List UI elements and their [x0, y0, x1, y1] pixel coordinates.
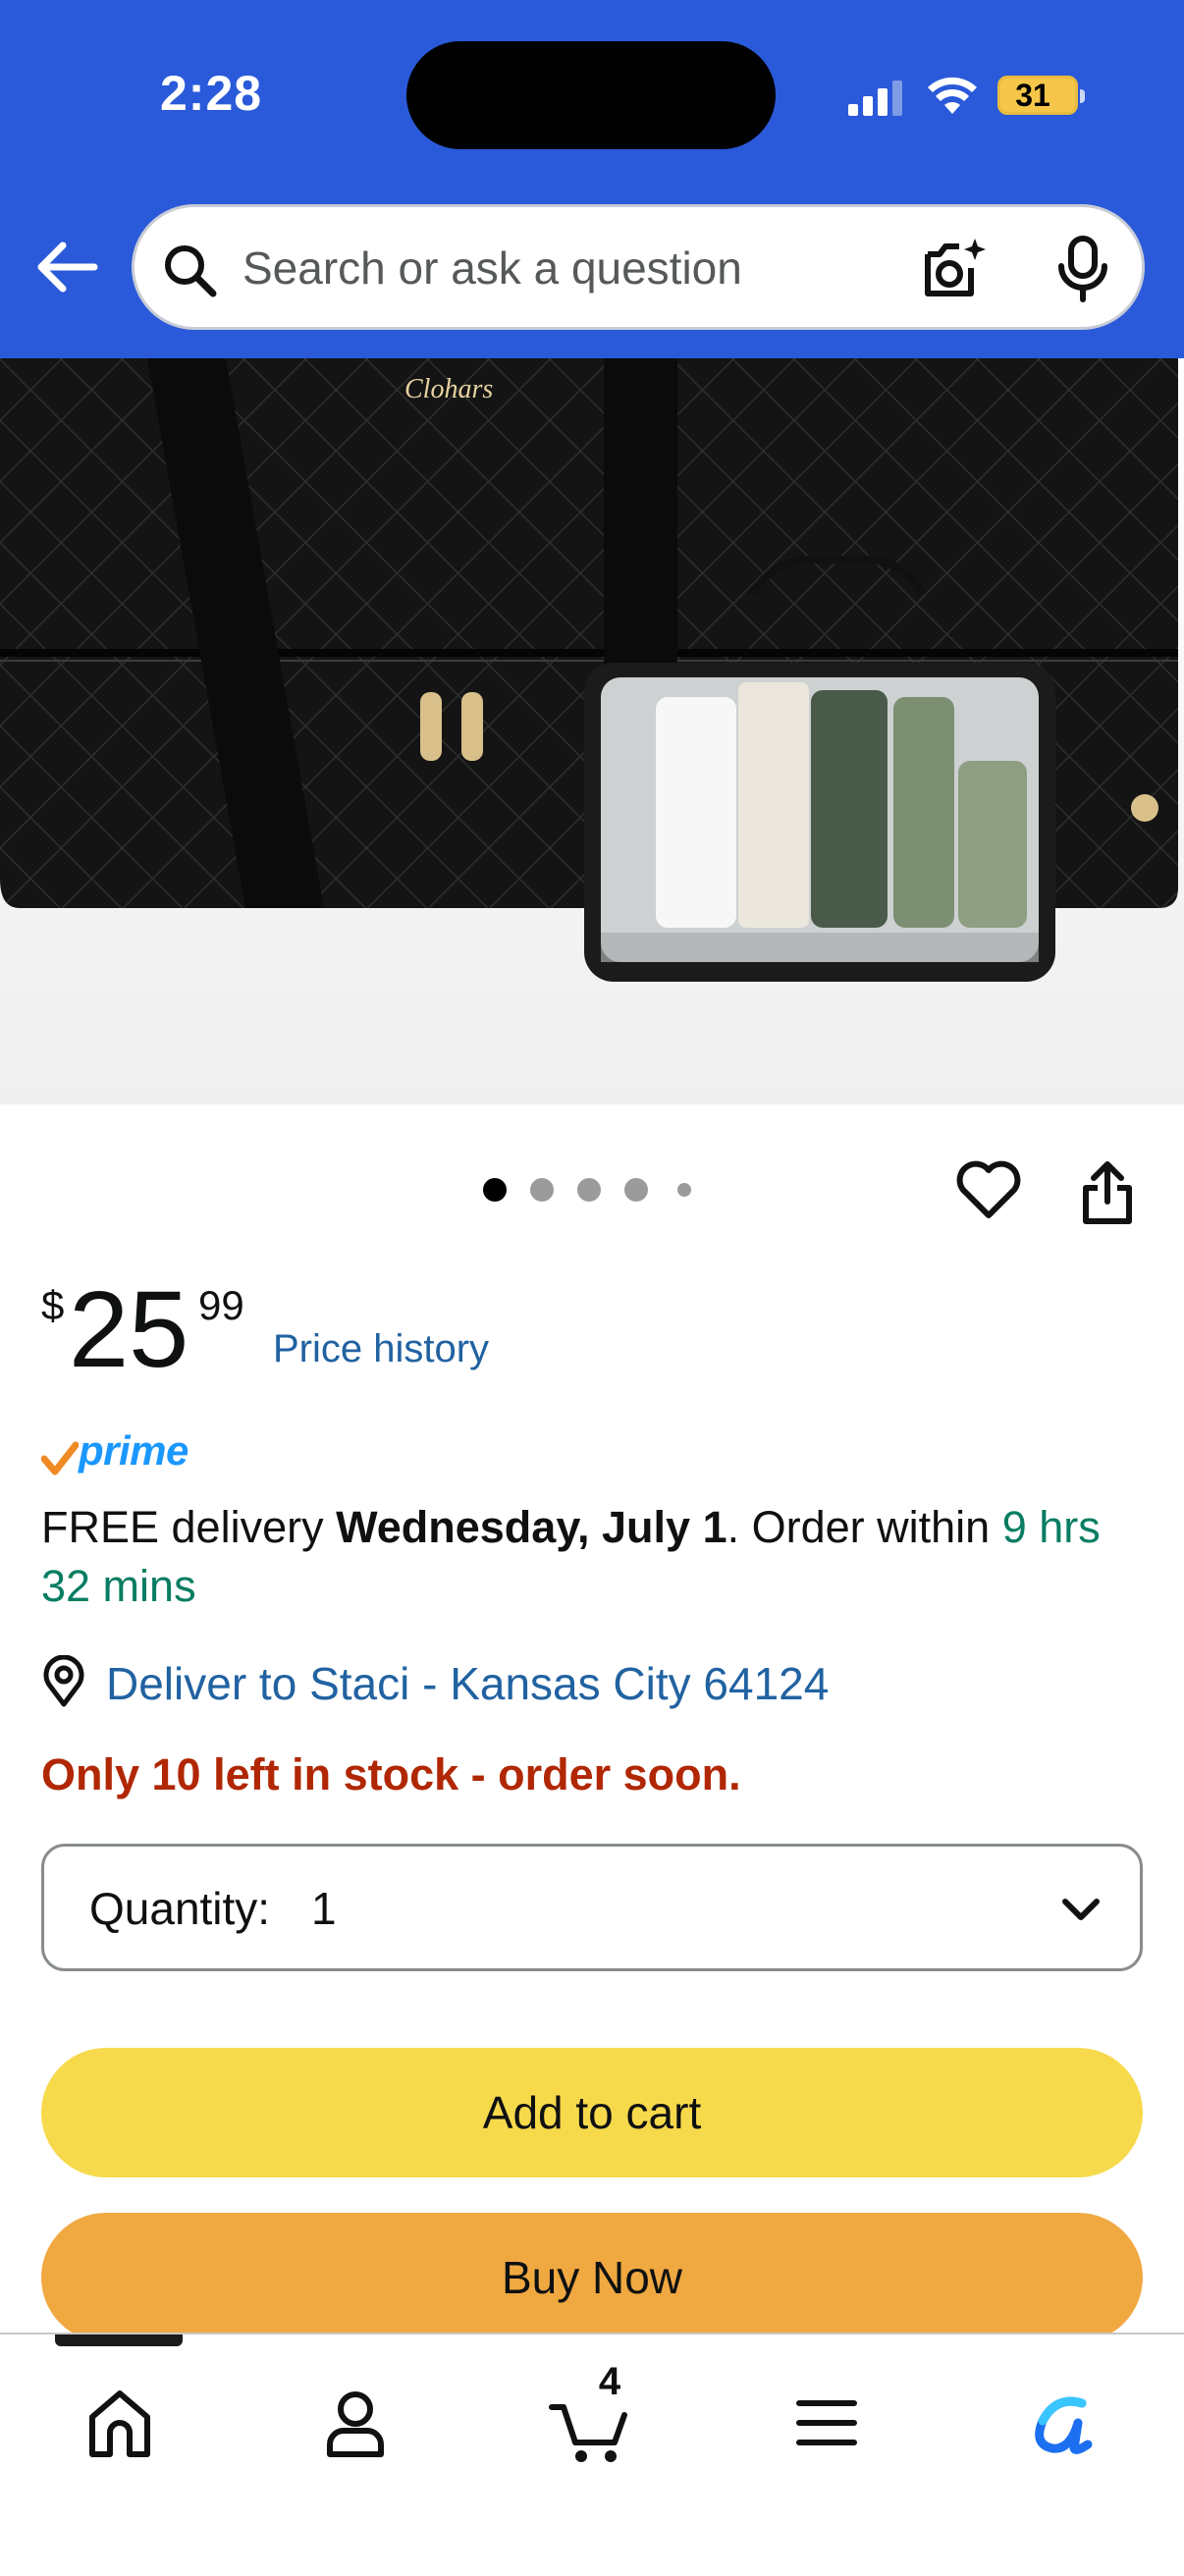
account-icon: [327, 2391, 384, 2457]
pager-dot-2[interactable]: [530, 1178, 554, 1202]
tab-menu[interactable]: [778, 2374, 876, 2472]
pager-dot-1[interactable]: [483, 1178, 507, 1202]
home-icon: [89, 2390, 150, 2457]
price-currency: $: [41, 1282, 65, 1328]
prime-badge: prime: [41, 1427, 208, 1482]
product-image[interactable]: Clohars: [0, 358, 1184, 1104]
quantity-label: Quantity:: [89, 1883, 271, 1934]
top-header: 2:28 31: [0, 0, 1184, 358]
cart-count-badge: 4: [598, 2360, 621, 2403]
deliver-to-text: Deliver to Staci - Kansas City 64124: [106, 1658, 830, 1709]
share-icon[interactable]: [1078, 1158, 1137, 1227]
delivery-prefix: FREE delivery: [41, 1502, 337, 1552]
tab-rufus[interactable]: [1013, 2374, 1111, 2472]
menu-icon: [796, 2400, 857, 2445]
tab-home[interactable]: [71, 2374, 169, 2472]
location-pin-icon: [43, 1655, 84, 1707]
delivery-date: Wednesday, July 1: [336, 1502, 727, 1552]
pager-dot-3[interactable]: [577, 1178, 601, 1202]
stock-message: Only 10 left in stock - order soon.: [41, 1749, 741, 1799]
heart-icon[interactable]: [954, 1158, 1023, 1221]
pager-dot-5[interactable]: [677, 1183, 691, 1197]
cellular-signal-icon: [848, 80, 902, 116]
buy-now-button[interactable]: Buy Now: [41, 2213, 1143, 2342]
rufus-icon: [1035, 2396, 1093, 2454]
product-photo-illustration: Clohars: [0, 358, 1184, 1104]
bottom-tab-bar: [0, 2333, 1184, 2576]
back-arrow-icon[interactable]: [33, 240, 98, 295]
price-whole: 25: [69, 1269, 189, 1390]
chevron-down-icon: [1062, 1899, 1100, 1920]
delivery-middle: . Order within: [727, 1502, 1002, 1552]
add-to-cart-button[interactable]: Add to cart: [41, 2048, 1143, 2177]
active-tab-indicator: [55, 2334, 183, 2346]
camera-icon[interactable]: [920, 235, 989, 303]
battery-level: 31: [1015, 78, 1050, 113]
prime-label: prime: [79, 1427, 188, 1474]
quantity-select[interactable]: Quantity: 1: [41, 1844, 1143, 1971]
search-icon: [165, 245, 217, 297]
dynamic-island: [406, 41, 776, 149]
brand-logo-text: Clohars: [404, 374, 493, 404]
price-fraction: 99: [198, 1282, 244, 1328]
status-time: 2:28: [160, 66, 263, 121]
search-bar[interactable]: [132, 204, 1145, 330]
quantity-value: 1: [311, 1883, 337, 1934]
wifi-icon: [928, 77, 977, 114]
cart-icon: [549, 2404, 627, 2462]
prime-check-icon: [41, 1441, 79, 1476]
price-history-link[interactable]: Price history: [273, 1327, 489, 1371]
battery-indicator: 31: [997, 76, 1085, 115]
tab-cart[interactable]: [542, 2374, 640, 2472]
mic-icon[interactable]: [1053, 235, 1112, 303]
delivery-message: FREE delivery Wednesday, July 1. Order w…: [41, 1498, 1151, 1616]
pager-dot-4[interactable]: [624, 1178, 648, 1202]
search-input[interactable]: [242, 233, 989, 303]
tab-account[interactable]: [306, 2374, 404, 2472]
